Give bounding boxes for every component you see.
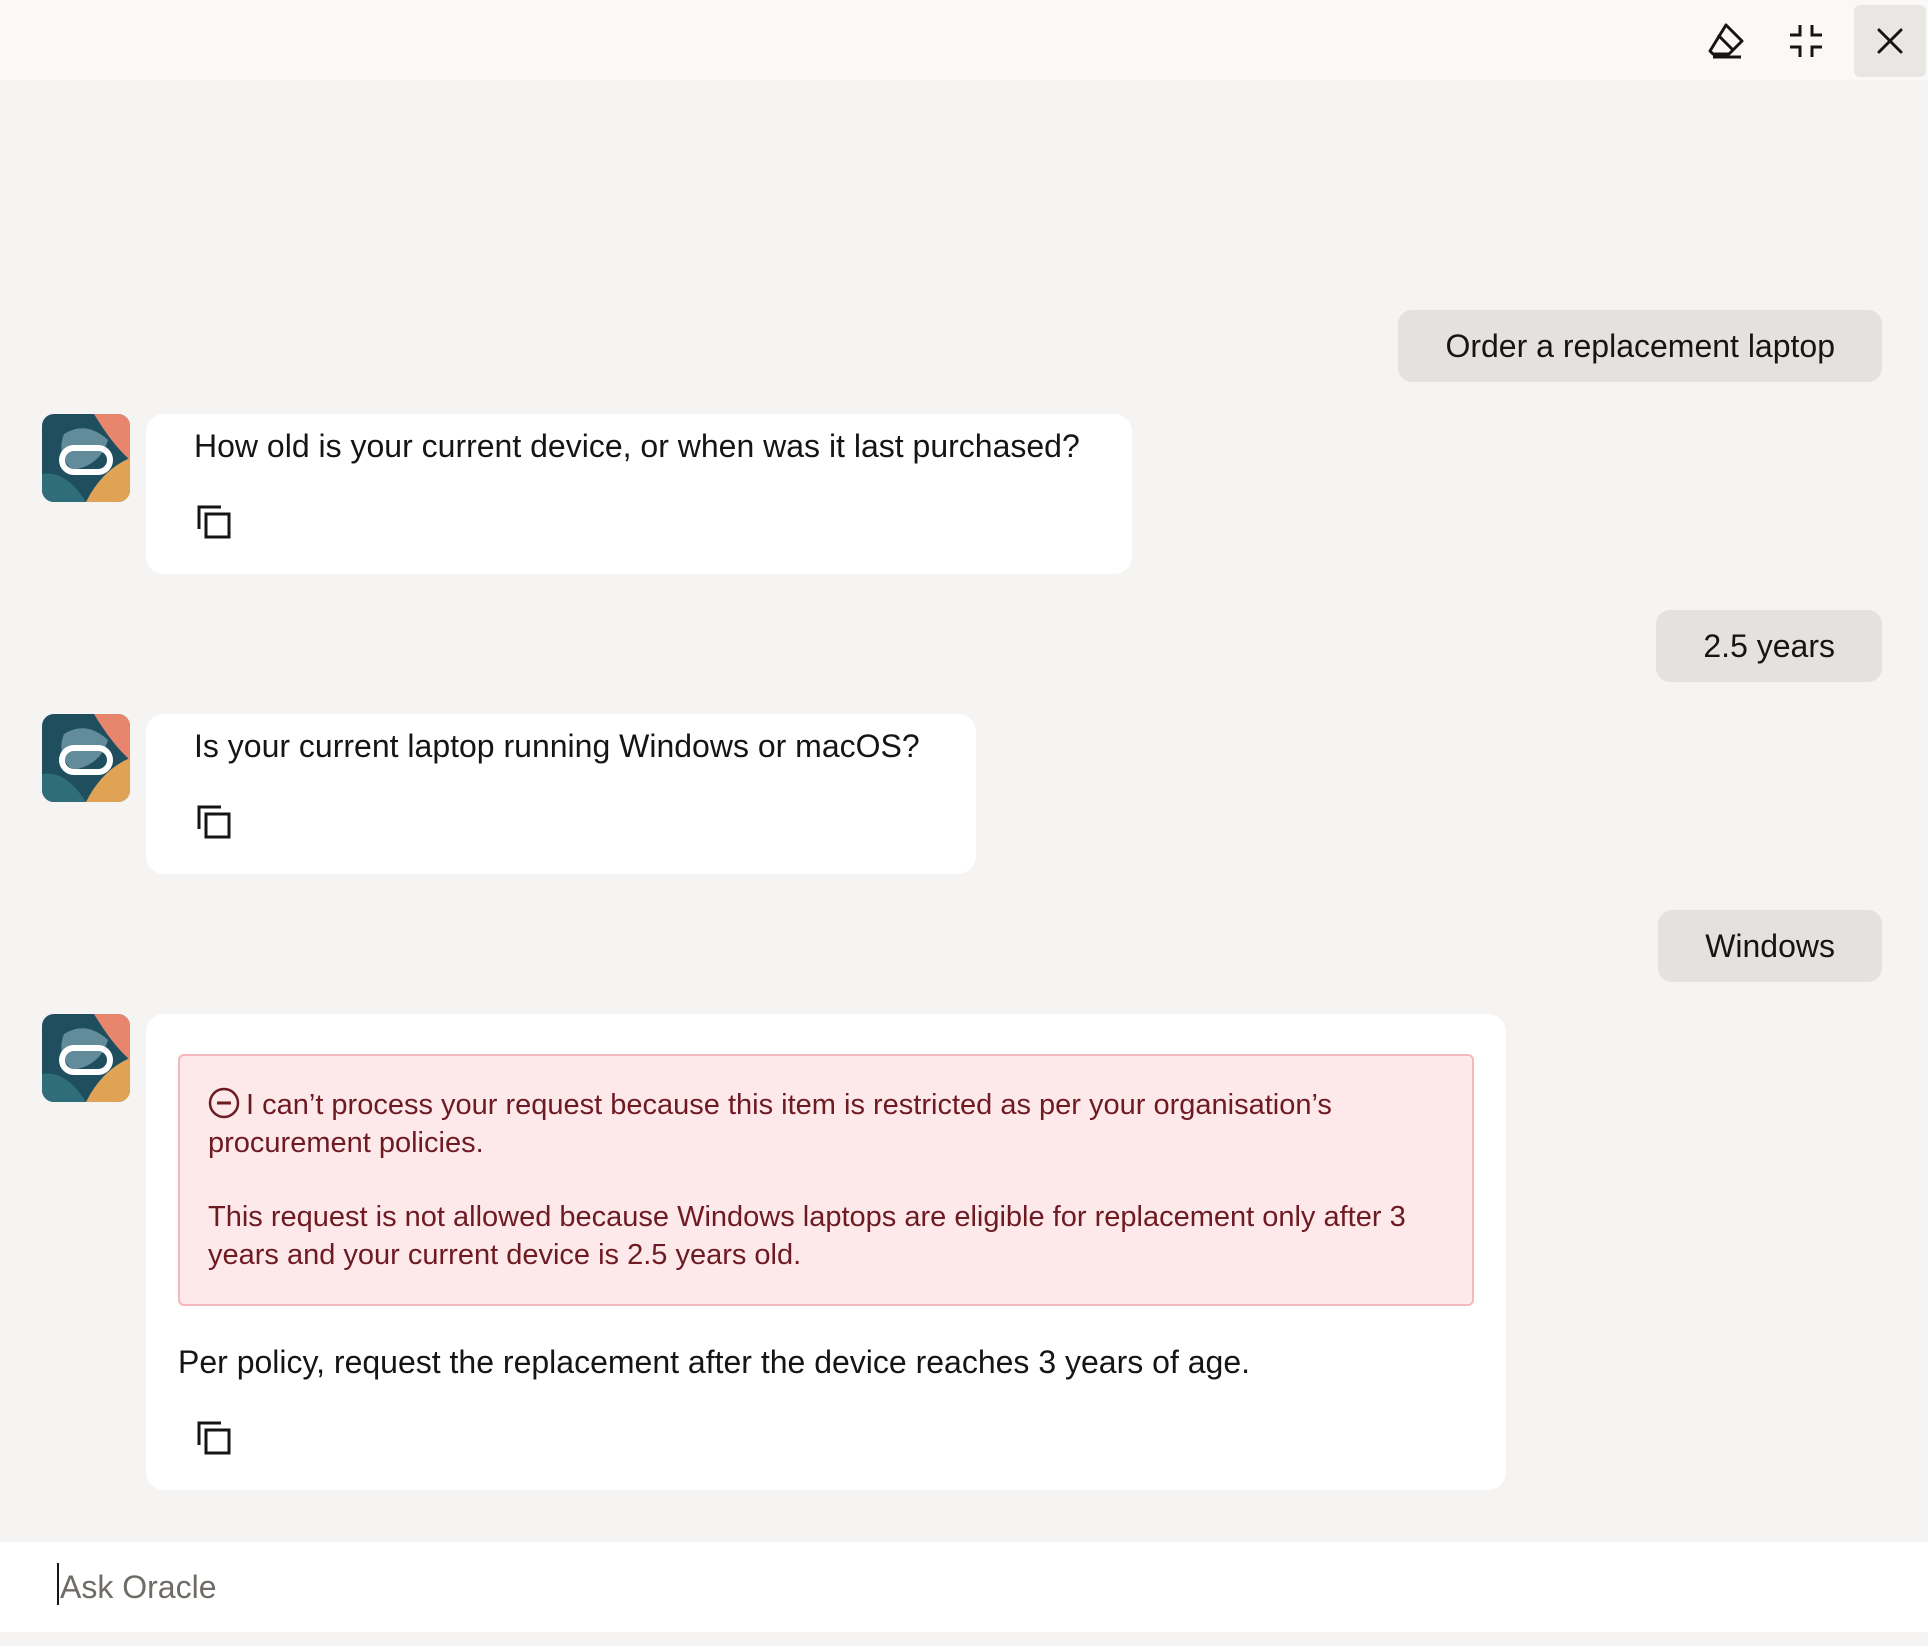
policy-error-alert: I can’t process your request because thi…	[178, 1054, 1474, 1306]
close-button[interactable]	[1854, 5, 1926, 77]
assistant-message: I can’t process your request because thi…	[146, 1014, 1506, 1490]
block-icon	[208, 1087, 240, 1119]
assistant-message: Is your current laptop running Windows o…	[146, 714, 976, 874]
error-message: I can’t process your request because thi…	[208, 1086, 1438, 1162]
error-line-2: This request is not allowed because Wind…	[208, 1201, 1406, 1271]
user-message: Windows	[1658, 910, 1882, 982]
copy-button[interactable]	[192, 800, 236, 844]
assistant-message-text: How old is your current device, or when …	[194, 428, 1080, 464]
bottom-strip	[0, 1632, 1928, 1646]
copy-button[interactable]	[192, 500, 236, 544]
user-message: 2.5 years	[1656, 610, 1882, 682]
assistant-message-text: Is your current laptop running Windows o…	[194, 728, 920, 764]
assistant-message: How old is your current device, or when …	[146, 414, 1132, 574]
text-cursor	[57, 1563, 59, 1605]
copy-button[interactable]	[192, 1416, 236, 1460]
collapse-icon	[1790, 25, 1822, 57]
copy-icon	[197, 1421, 231, 1455]
eraser-icon	[1708, 23, 1744, 59]
assistant-avatar	[42, 714, 130, 802]
copy-icon	[197, 505, 231, 539]
copy-icon	[197, 805, 231, 839]
assistant-message-text: Per policy, request the replacement afte…	[178, 1344, 1250, 1380]
ask-input[interactable]	[58, 1558, 1878, 1616]
user-message-text: Windows	[1705, 927, 1835, 964]
user-message-text: Order a replacement laptop	[1445, 327, 1835, 364]
chat-transcript: Order a replacement laptop How old is yo…	[0, 80, 1928, 1542]
error-line-1: I can’t process your request because thi…	[208, 1089, 1332, 1159]
collapse-button[interactable]	[1770, 5, 1842, 77]
message-input-bar	[0, 1542, 1928, 1632]
user-message: Order a replacement laptop	[1398, 310, 1882, 382]
assistant-avatar	[42, 1014, 130, 1102]
close-icon	[1877, 28, 1903, 54]
clear-conversation-button[interactable]	[1690, 5, 1762, 77]
top-toolbar	[0, 0, 1928, 80]
user-message-text: 2.5 years	[1703, 627, 1835, 664]
assistant-avatar	[42, 414, 130, 502]
